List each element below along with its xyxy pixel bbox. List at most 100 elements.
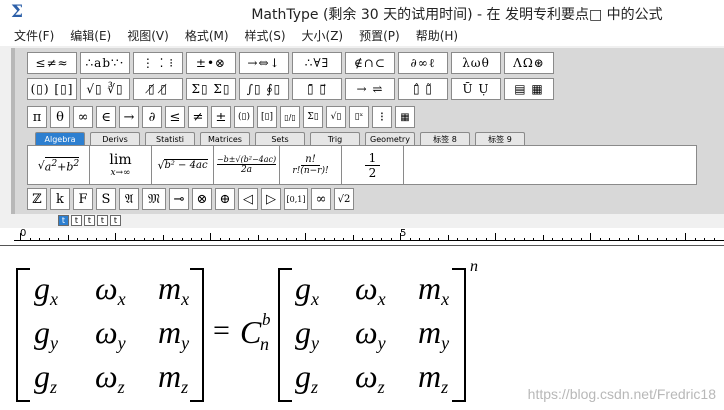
discriminant-template[interactable]: √ b² − 4ac bbox=[152, 146, 214, 184]
fraktur-k-symbol-button[interactable]: k bbox=[50, 188, 70, 210]
sqrt-two-symbol-button[interactable]: √2 bbox=[334, 188, 354, 210]
expression-template-row: √ a2+b2 lim x→∞ √ b² − 4ac −b±√(b²−4ac) 2a… bbox=[27, 145, 697, 185]
radical-template-button[interactable]: √▯ bbox=[326, 106, 346, 128]
script-s-symbol-button[interactable]: S bbox=[96, 188, 116, 210]
limit-template[interactable]: lim x→∞ bbox=[90, 146, 152, 184]
ruler-tick bbox=[352, 235, 354, 241]
integers-symbol-button[interactable]: ℤ bbox=[27, 188, 47, 210]
ruler-tick bbox=[419, 238, 420, 241]
superscript-template-button[interactable]: ▯ˣ bbox=[349, 106, 369, 128]
ruler-tick bbox=[675, 238, 677, 241]
ruler-tick bbox=[514, 238, 515, 241]
combination-formula-template[interactable]: n! r!(n−r)! bbox=[280, 146, 342, 184]
size-sub-symbol-icon[interactable]: t bbox=[110, 215, 121, 226]
right-matrix-cell-g-x: gx bbox=[295, 270, 319, 309]
arrows-palette[interactable]: →⇔↓ bbox=[239, 52, 289, 74]
fraktur-m-symbol-button[interactable]: 𝔐 bbox=[142, 188, 166, 210]
ruler[interactable]: 0 5 bbox=[0, 228, 724, 246]
tab-derivs[interactable]: Derivs bbox=[90, 132, 140, 146]
matrix-template-button[interactable]: ▦ bbox=[395, 106, 415, 128]
tab-statistics[interactable]: Statisti bbox=[145, 132, 195, 146]
tab-label-8[interactable]: 标签 8 bbox=[420, 132, 470, 146]
ruler-tick bbox=[504, 238, 506, 241]
right-arrow-symbol-button[interactable]: → bbox=[119, 106, 139, 128]
plus-minus-symbol-button[interactable]: ± bbox=[211, 106, 231, 128]
summation-template-button[interactable]: Σ▯ bbox=[303, 106, 323, 128]
fraction-template-button[interactable]: ▯/▯ bbox=[280, 106, 300, 128]
tab-trig[interactable]: Trig bbox=[310, 132, 360, 146]
combination-superscript: b bbox=[262, 310, 271, 329]
size-symbol-icon[interactable]: t bbox=[97, 215, 108, 226]
menu-style[interactable]: 样式(S) bbox=[237, 26, 294, 46]
menu-view[interactable]: 视图(V) bbox=[119, 26, 177, 46]
parentheses-template-button[interactable]: (▯) bbox=[234, 106, 254, 128]
matrix-palette[interactable]: ▤ ▦ bbox=[504, 78, 554, 100]
menu-help[interactable]: 帮助(H) bbox=[408, 26, 466, 46]
greek-uppercase-palette[interactable]: ΛΩ⊛ bbox=[504, 52, 554, 74]
tab-geometry[interactable]: Geometry bbox=[365, 132, 415, 146]
menu-format[interactable]: 格式(M) bbox=[177, 26, 237, 46]
sqrt-sum-squares-template[interactable]: √ a2+b2 bbox=[28, 146, 90, 184]
spaces-ellipses-palette[interactable]: ∴ab∵· bbox=[80, 52, 130, 74]
vertical-ellipsis-button[interactable]: ⁝ bbox=[372, 106, 392, 128]
less-equal-symbol-button[interactable]: ≤ bbox=[165, 106, 185, 128]
menu-file[interactable]: 文件(F) bbox=[6, 26, 62, 46]
tab-sets[interactable]: Sets bbox=[255, 132, 305, 146]
menu-preferences[interactable]: 预置(P) bbox=[351, 26, 408, 46]
misc-symbols-palette[interactable]: ∂∞ℓ bbox=[398, 52, 448, 74]
circled-plus-symbol-button[interactable]: ⊕ bbox=[215, 188, 235, 210]
multimap-symbol-button[interactable]: ⊸ bbox=[169, 188, 189, 210]
labeled-arrow-palette[interactable]: → ⇌ bbox=[345, 78, 395, 100]
theta-symbol-button[interactable]: θ bbox=[50, 106, 70, 128]
logical-palette[interactable]: ∴∀∃ bbox=[292, 52, 342, 74]
closed-interval-symbol-button[interactable]: [0,1] bbox=[284, 188, 308, 210]
products-set-palette[interactable]: ▯̂ ▯̃ bbox=[398, 78, 448, 100]
left-matrix-cell-omega-y: ωy bbox=[95, 314, 126, 353]
left-matrix-cell-m-x: mx bbox=[158, 270, 190, 309]
left-triangle-symbol-button[interactable]: ◁ bbox=[238, 188, 258, 210]
set-theory-palette[interactable]: ∉∩⊂ bbox=[345, 52, 395, 74]
subscript-superscript-palette[interactable]: ▯̸ ▯̸ bbox=[133, 78, 183, 100]
quadratic-formula-template[interactable]: −b±√(b²−4ac) 2a bbox=[214, 146, 280, 184]
size-sub-subscript-icon[interactable]: t bbox=[84, 215, 95, 226]
menu-size[interactable]: 大小(Z) bbox=[294, 26, 352, 46]
infinity-symbol-button-2[interactable]: ∞ bbox=[311, 188, 331, 210]
embellishments-palette[interactable]: ⋮ ⁚ ⁝ bbox=[133, 52, 183, 74]
pi-symbol-button[interactable]: π bbox=[27, 106, 47, 128]
matrix-power-exponent: n bbox=[470, 258, 478, 275]
one-half-template[interactable]: 1 2 bbox=[342, 146, 404, 184]
right-matrix-cell-omega-y: ωy bbox=[355, 314, 386, 353]
not-equal-symbol-button[interactable]: ≠ bbox=[188, 106, 208, 128]
ruler-tick bbox=[599, 238, 601, 241]
partial-symbol-button[interactable]: ∂ bbox=[142, 106, 162, 128]
infinity-symbol-button[interactable]: ∞ bbox=[73, 106, 93, 128]
fence-templates-palette[interactable]: (▯) [▯] bbox=[27, 78, 77, 100]
greek-lowercase-palette[interactable]: λωθ bbox=[451, 52, 501, 74]
ruler-tick bbox=[153, 238, 154, 241]
ruler-tick bbox=[20, 233, 21, 241]
equation-editor[interactable]: gx ωx mx gy ωy my gz ωz mz = C b n n gx … bbox=[0, 252, 724, 410]
relations-palette[interactable]: ≤≠≈ bbox=[27, 52, 77, 74]
brackets-template-button[interactable]: [▯] bbox=[257, 106, 277, 128]
fraktur-a-symbol-button[interactable]: 𝔄 bbox=[119, 188, 139, 210]
script-f-symbol-button[interactable]: F bbox=[73, 188, 93, 210]
embellished-letters-palette[interactable]: Ū Ụ bbox=[451, 78, 501, 100]
tab-label-9[interactable]: 标签 9 bbox=[475, 132, 525, 146]
operators-palette[interactable]: ±•⊗ bbox=[186, 52, 236, 74]
circled-times-symbol-button[interactable]: ⊗ bbox=[192, 188, 212, 210]
equals-sign: = bbox=[213, 314, 230, 347]
ruler-tick bbox=[647, 238, 648, 241]
tab-algebra[interactable]: Algebra bbox=[35, 132, 85, 146]
size-full-icon[interactable]: t bbox=[58, 215, 69, 226]
fraction-radical-palette[interactable]: √▯ ∛▯ bbox=[80, 78, 130, 100]
tab-matrices[interactable]: Matrices bbox=[200, 132, 250, 146]
underbar-overbar-palette[interactable]: ▯̄ ▯⃗ bbox=[292, 78, 342, 100]
element-of-symbol-button[interactable]: ∈ bbox=[96, 106, 116, 128]
menu-edit[interactable]: 编辑(E) bbox=[62, 26, 119, 46]
size-subscript-icon[interactable]: t bbox=[71, 215, 82, 226]
summation-palette[interactable]: Σ▯ Σ▯ bbox=[186, 78, 236, 100]
ruler-tick bbox=[210, 233, 211, 241]
right-triangle-symbol-button[interactable]: ▷ bbox=[261, 188, 281, 210]
empty-template-slot[interactable] bbox=[404, 146, 696, 184]
integral-palette[interactable]: ∫▯ ∮▯ bbox=[239, 78, 289, 100]
